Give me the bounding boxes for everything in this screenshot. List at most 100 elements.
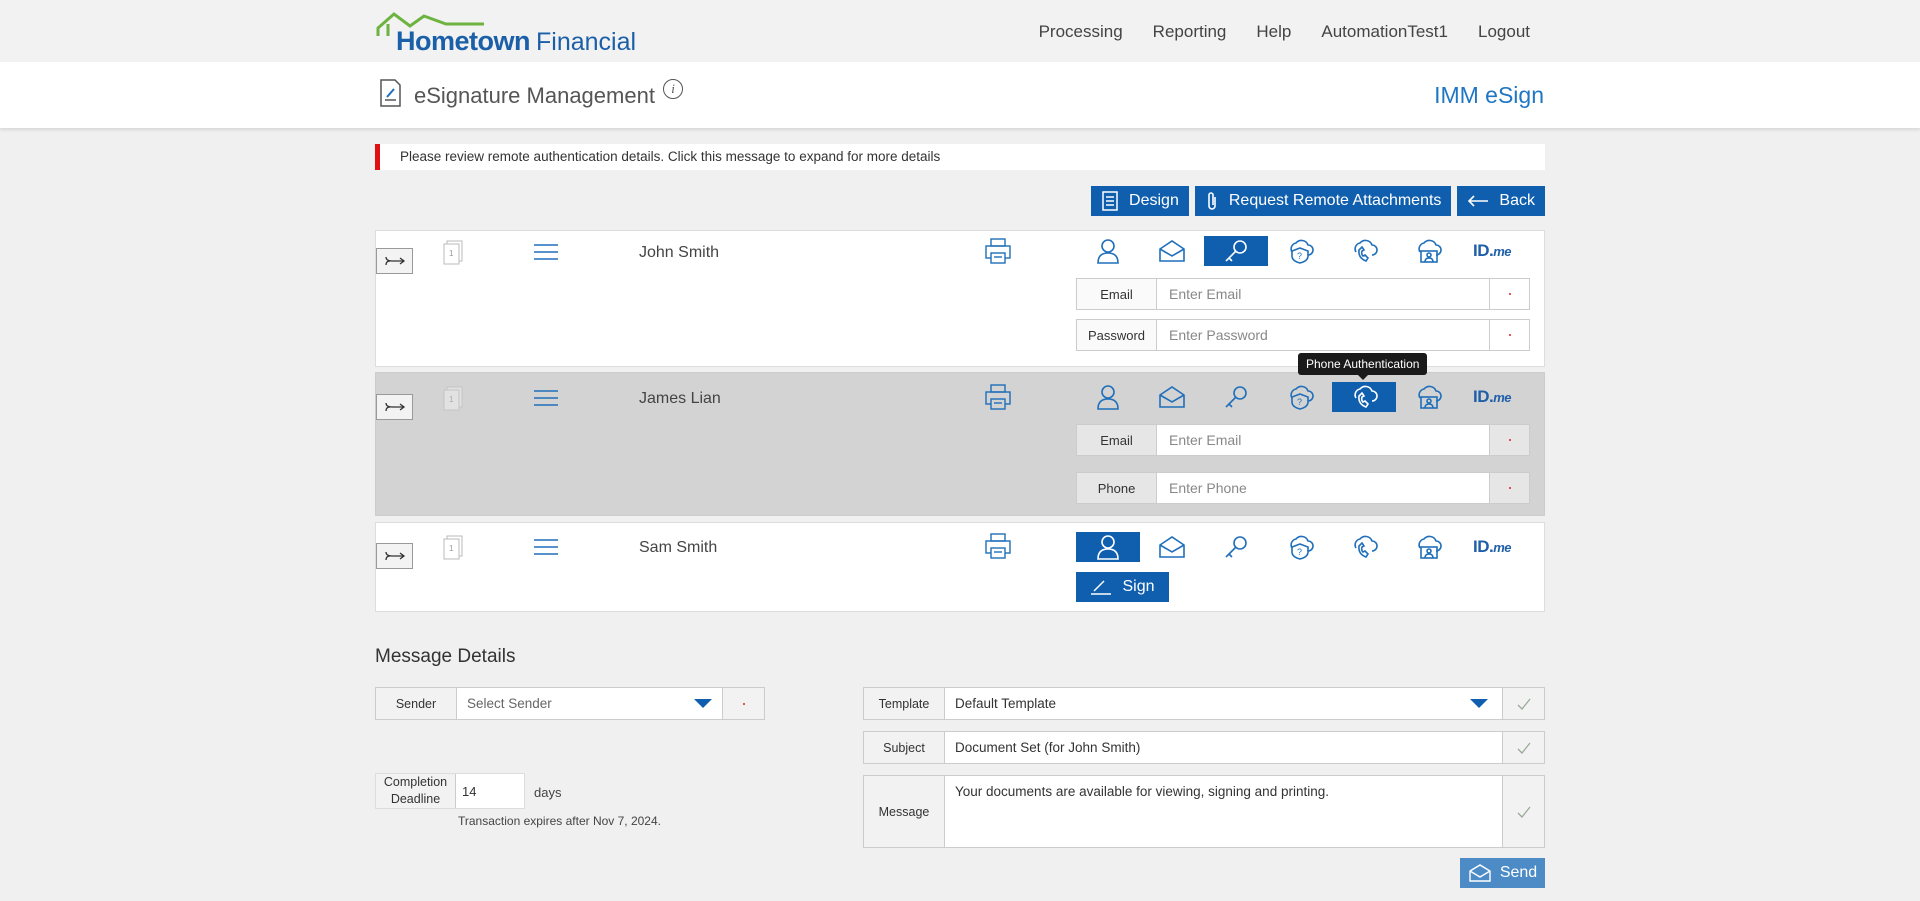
completion-deadline-field: Completion Deadline 14 xyxy=(375,773,525,809)
info-icon[interactable]: i xyxy=(663,79,683,99)
signer-name: John Smith xyxy=(639,244,720,261)
print-icon[interactable] xyxy=(984,237,1012,265)
id-card-icon xyxy=(1418,535,1442,559)
required-indicator xyxy=(1489,279,1529,309)
route-button[interactable] xyxy=(376,543,413,569)
nav-logout[interactable]: Logout xyxy=(1478,22,1530,42)
message-field: Message Your documents are available for… xyxy=(863,775,1545,848)
auth-idme-button[interactable]: ID.me xyxy=(1460,382,1524,412)
auth-key-button[interactable] xyxy=(1204,532,1268,562)
route-arrow-icon xyxy=(384,402,405,412)
phone-label: Phone xyxy=(1077,473,1157,503)
auth-question-button[interactable]: ? xyxy=(1268,382,1332,412)
sub-header: eSignature Management i IMM eSign xyxy=(0,62,1920,128)
key-icon xyxy=(1225,240,1247,262)
auth-phone-button[interactable] xyxy=(1332,382,1396,412)
nav-processing[interactable]: Processing xyxy=(1039,22,1123,42)
auth-id-card-button[interactable] xyxy=(1396,236,1460,266)
auth-email-button[interactable] xyxy=(1140,532,1204,562)
send-button[interactable]: Send xyxy=(1460,858,1545,888)
auth-method-bar: ? ID.me xyxy=(1076,236,1524,266)
print-icon[interactable] xyxy=(984,532,1012,560)
template-field: Template Default Template xyxy=(863,687,1545,720)
auth-method-bar: ? ID.me xyxy=(1076,382,1524,412)
signer-name: James Lian xyxy=(639,390,721,407)
required-indicator xyxy=(1489,425,1529,455)
print-icon[interactable] xyxy=(984,383,1012,411)
deadline-input[interactable]: 14 xyxy=(456,774,524,808)
svg-text:?: ? xyxy=(1297,251,1302,261)
auth-email-button[interactable] xyxy=(1140,382,1204,412)
template-value: Default Template xyxy=(955,696,1057,711)
brand-logo[interactable]: Hometown Financial xyxy=(376,10,656,56)
required-indicator xyxy=(722,688,764,719)
product-title: IMM eSign xyxy=(1434,82,1544,108)
auth-key-button[interactable] xyxy=(1204,236,1268,266)
signer-row: 1 John Smith ? ID.me Email Password xyxy=(375,230,1545,367)
expires-note: Transaction expires after Nov 7, 2024. xyxy=(458,814,661,828)
auth-person-button[interactable] xyxy=(1076,532,1140,562)
email-send-icon xyxy=(1469,864,1491,882)
auth-alert-banner[interactable]: Please review remote authentication deta… xyxy=(375,144,1545,170)
request-attachments-label: Request Remote Attachments xyxy=(1228,192,1442,209)
idme-logo: ID.me xyxy=(1472,387,1512,406)
email-icon xyxy=(1159,240,1185,262)
sign-button[interactable]: Sign xyxy=(1076,572,1169,602)
phone-field: Phone xyxy=(1076,472,1530,504)
person-icon xyxy=(1097,385,1119,410)
hamburger-menu-icon[interactable] xyxy=(533,243,559,261)
action-bar: Design Request Remote Attachments Back xyxy=(1091,186,1545,216)
id-card-icon xyxy=(1418,239,1442,263)
auth-person-button[interactable] xyxy=(1076,236,1140,266)
nav-help[interactable]: Help xyxy=(1256,22,1291,42)
page-title: eSignature Management xyxy=(414,83,655,108)
design-list-icon xyxy=(1102,191,1118,211)
email-field: Email xyxy=(1076,278,1530,310)
brand-name-bold: Hometown xyxy=(396,26,531,56)
nav-reporting[interactable]: Reporting xyxy=(1153,22,1227,42)
password-field: Password xyxy=(1076,319,1530,351)
auth-phone-button[interactable] xyxy=(1332,532,1396,562)
auth-key-button[interactable] xyxy=(1204,382,1268,412)
password-input[interactable] xyxy=(1157,320,1489,350)
person-icon xyxy=(1097,239,1119,264)
hamburger-menu-icon[interactable] xyxy=(533,389,559,407)
auth-id-card-button[interactable] xyxy=(1396,532,1460,562)
request-attachments-button[interactable]: Request Remote Attachments xyxy=(1194,186,1452,216)
route-button[interactable] xyxy=(376,394,413,420)
email-icon xyxy=(1159,536,1185,558)
route-button[interactable] xyxy=(376,248,413,274)
sender-label: Sender xyxy=(376,688,457,719)
auth-id-card-button[interactable] xyxy=(1396,382,1460,412)
question-shield-icon: ? xyxy=(1290,535,1314,560)
message-textarea[interactable]: Your documents are available for viewing… xyxy=(945,776,1502,847)
auth-question-button[interactable]: ? xyxy=(1268,532,1332,562)
question-shield-icon: ? xyxy=(1290,385,1314,410)
email-input[interactable] xyxy=(1157,279,1489,309)
nav-user[interactable]: AutomationTest1 xyxy=(1321,22,1448,42)
document-sign-icon xyxy=(380,79,401,107)
auth-idme-button[interactable]: ID.me xyxy=(1460,532,1524,562)
subject-input[interactable]: Document Set (for John Smith) xyxy=(945,732,1502,763)
password-label: Password xyxy=(1077,320,1157,350)
phone-icon xyxy=(1354,239,1378,262)
svg-text:?: ? xyxy=(1297,397,1302,407)
auth-phone-button[interactable] xyxy=(1332,236,1396,266)
hamburger-menu-icon[interactable] xyxy=(533,538,559,556)
auth-person-button[interactable] xyxy=(1076,382,1140,412)
back-button[interactable]: Back xyxy=(1457,186,1545,216)
person-icon xyxy=(1097,535,1119,560)
deadline-label: Completion Deadline xyxy=(376,774,456,808)
chevron-down-icon xyxy=(694,699,712,708)
pen-sign-icon xyxy=(1091,580,1112,595)
auth-email-button[interactable] xyxy=(1140,236,1204,266)
email-input[interactable] xyxy=(1157,425,1489,455)
days-label: days xyxy=(534,785,562,800)
phone-input[interactable] xyxy=(1157,473,1489,503)
design-button[interactable]: Design xyxy=(1091,186,1189,216)
check-icon xyxy=(1502,688,1544,719)
auth-question-button[interactable]: ? xyxy=(1268,236,1332,266)
auth-idme-button[interactable]: ID.me xyxy=(1460,236,1524,266)
template-select[interactable]: Default Template xyxy=(945,688,1502,719)
sender-select[interactable]: Select Sender xyxy=(457,688,722,719)
